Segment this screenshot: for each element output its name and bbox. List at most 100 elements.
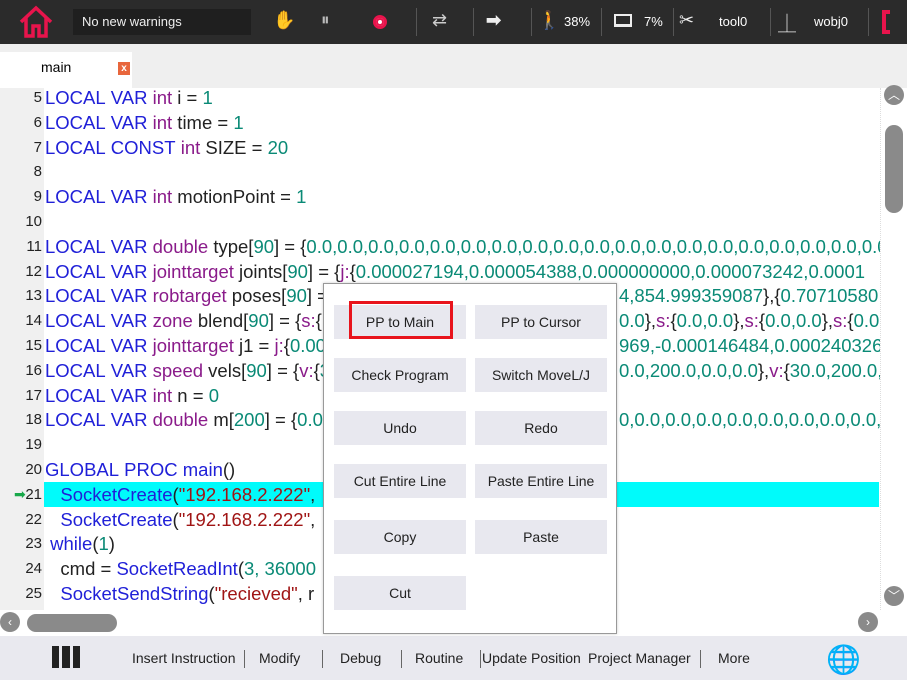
code-token: blend[ — [192, 310, 249, 332]
code-token: 0.70710580 — [780, 285, 879, 307]
speed-value[interactable]: 38% — [564, 14, 590, 29]
code-text: LOCAL VAR double m[200] = {0.0 — [45, 407, 323, 432]
code-token: n = — [172, 384, 209, 406]
line-number: 13 — [25, 287, 42, 305]
divider — [700, 650, 701, 668]
code-token: j1 = — [233, 335, 275, 356]
tab-main[interactable]: main x — [0, 52, 132, 88]
code-token: 0,0.0,0.0,0.0,0.0,0.0,0.0,0.0,0.0,0.0,0 — [619, 409, 880, 431]
tool-value[interactable]: tool0 — [719, 14, 747, 29]
code-token: 0.0,0.0,0.0,0.0,0.0,0.0,0.0,0.0,0.0,0.0,… — [306, 235, 880, 257]
scroll-up-icon[interactable]: ︿ — [884, 85, 904, 105]
switch-movel-j-button[interactable]: Switch MoveL/J — [475, 358, 607, 392]
line-number: 9 — [33, 188, 42, 206]
wobj-value[interactable]: wobj0 — [814, 14, 848, 29]
code-token: SIZE = — [200, 136, 268, 158]
code-token: 1 — [233, 111, 244, 133]
divider — [473, 8, 474, 36]
vertical-scrollbar[interactable]: ︿ ﹀ — [880, 85, 907, 610]
globe-icon[interactable]: 🌐 — [826, 643, 861, 676]
step-forward-icon[interactable]: ➡ — [486, 10, 501, 31]
copy-button[interactable]: Copy — [334, 520, 466, 554]
screen-icon[interactable] — [614, 14, 632, 27]
code-line[interactable]: 9 LOCAL VAR int motionPoint = 1 — [0, 184, 880, 209]
code-line[interactable]: 12 LOCAL VAR jointtarget joints[90] = {j:… — [0, 259, 880, 284]
code-text-right: 0,0.0,0.0,0.0,0.0,0.0,0.0,0.0,0.0,0.0,0 — [619, 407, 880, 432]
modify-button[interactable]: Modify — [259, 650, 300, 666]
project-manager-button[interactable]: Project Manager — [588, 650, 691, 666]
code-text: LOCAL VAR jointtarget joints[90] = {j:{0… — [45, 259, 865, 284]
program-pointer-icon: ➡ — [14, 485, 26, 502]
wobj-icon[interactable]: ⏊ — [778, 10, 796, 36]
code-token: LOCAL CONST — [45, 136, 181, 158]
code-line[interactable]: 10 — [0, 209, 880, 234]
walk-icon[interactable]: 🚶 — [538, 10, 560, 31]
hand-icon[interactable]: ✋ — [273, 10, 295, 31]
code-token: type[ — [208, 235, 254, 257]
code-token: LOCAL VAR — [45, 310, 153, 332]
code-token: LOCAL VAR — [45, 88, 153, 108]
code-token: 3, 36000 — [243, 558, 316, 580]
pp-to-cursor-button[interactable]: PP to Cursor — [475, 305, 607, 339]
cut-button[interactable]: Cut — [334, 576, 466, 610]
home-icon[interactable] — [18, 5, 54, 39]
line-number: 14 — [25, 312, 42, 330]
tab-label: main — [41, 59, 72, 75]
code-token: robtarget — [152, 285, 227, 307]
code-line[interactable]: 11 LOCAL VAR double type[90] = {0.0,0.0,0… — [0, 234, 880, 259]
check-program-button[interactable]: Check Program — [334, 358, 466, 392]
repeat-icon[interactable]: ⇄ — [432, 10, 447, 31]
record-icon[interactable] — [373, 15, 387, 29]
cut-entire-line-button[interactable]: Cut Entire Line — [334, 464, 466, 498]
code-line[interactable]: 6 LOCAL VAR int time = 1 — [0, 110, 880, 135]
code-token: 200 — [233, 409, 265, 431]
scroll-right-icon[interactable]: › — [858, 612, 878, 632]
pause-icon[interactable]: ⏸ — [321, 10, 330, 30]
line-number: 24 — [25, 560, 42, 578]
undo-button[interactable]: Undo — [334, 411, 466, 445]
code-text: LOCAL VAR int i = 1 — [45, 88, 213, 110]
load-value[interactable]: 7% — [644, 14, 663, 29]
code-token: 90 — [248, 310, 269, 332]
code-token: int — [152, 384, 173, 406]
code-line[interactable]: 8 — [0, 159, 880, 184]
code-token: 90 — [286, 285, 307, 307]
code-text: SocketCreate("192.168.2.222", — [45, 507, 315, 532]
code-token: int — [180, 136, 201, 158]
close-icon[interactable]: x — [118, 62, 130, 75]
debug-button[interactable]: Debug — [340, 650, 381, 666]
code-line[interactable]: 5 LOCAL VAR int i = 1 — [0, 88, 880, 110]
code-token: time = — [172, 111, 234, 133]
tool-icon[interactable]: ✂ — [679, 10, 694, 31]
code-token: 969,-0.000146484,0.000240326 — [619, 335, 880, 356]
code-text: cmd = SocketReadInt(3, 36000 — [45, 556, 316, 581]
scroll-left-icon[interactable]: ‹ — [0, 612, 20, 632]
vertical-scroll-thumb[interactable] — [885, 125, 903, 213]
line-number: 10 — [25, 213, 42, 230]
line-number: 12 — [25, 262, 42, 280]
divider — [770, 8, 771, 36]
panel-icon[interactable] — [52, 646, 80, 668]
routine-button[interactable]: Routine — [415, 650, 463, 666]
code-token: j: — [274, 335, 284, 356]
scroll-down-icon[interactable]: ﹀ — [884, 586, 904, 606]
robot-icon[interactable] — [882, 10, 890, 34]
paste-button[interactable]: Paste — [475, 520, 607, 554]
code-token: 0.0 — [297, 409, 323, 431]
code-token: ] = { — [264, 409, 298, 431]
warning-display[interactable]: No new warnings — [73, 9, 251, 35]
paste-entire-line-button[interactable]: Paste Entire Line — [475, 464, 607, 498]
more-button[interactable]: More — [718, 650, 750, 666]
code-token: vels[ — [203, 359, 247, 381]
code-text: LOCAL VAR jointtarget j1 = j:{0.00 — [45, 333, 326, 358]
line-number: 17 — [25, 386, 42, 404]
code-token: int — [152, 88, 173, 108]
divider — [531, 8, 532, 36]
code-line[interactable]: 7 LOCAL CONST int SIZE = 20 — [0, 135, 880, 160]
redo-button[interactable]: Redo — [475, 411, 607, 445]
update-position-button[interactable]: Update Position — [482, 650, 581, 666]
divider — [673, 8, 674, 36]
context-menu: PP to Main PP to Cursor Check Program Sw… — [323, 283, 617, 634]
insert-instruction-button[interactable]: Insert Instruction — [132, 650, 236, 666]
horizontal-scroll-thumb[interactable] — [27, 614, 117, 632]
